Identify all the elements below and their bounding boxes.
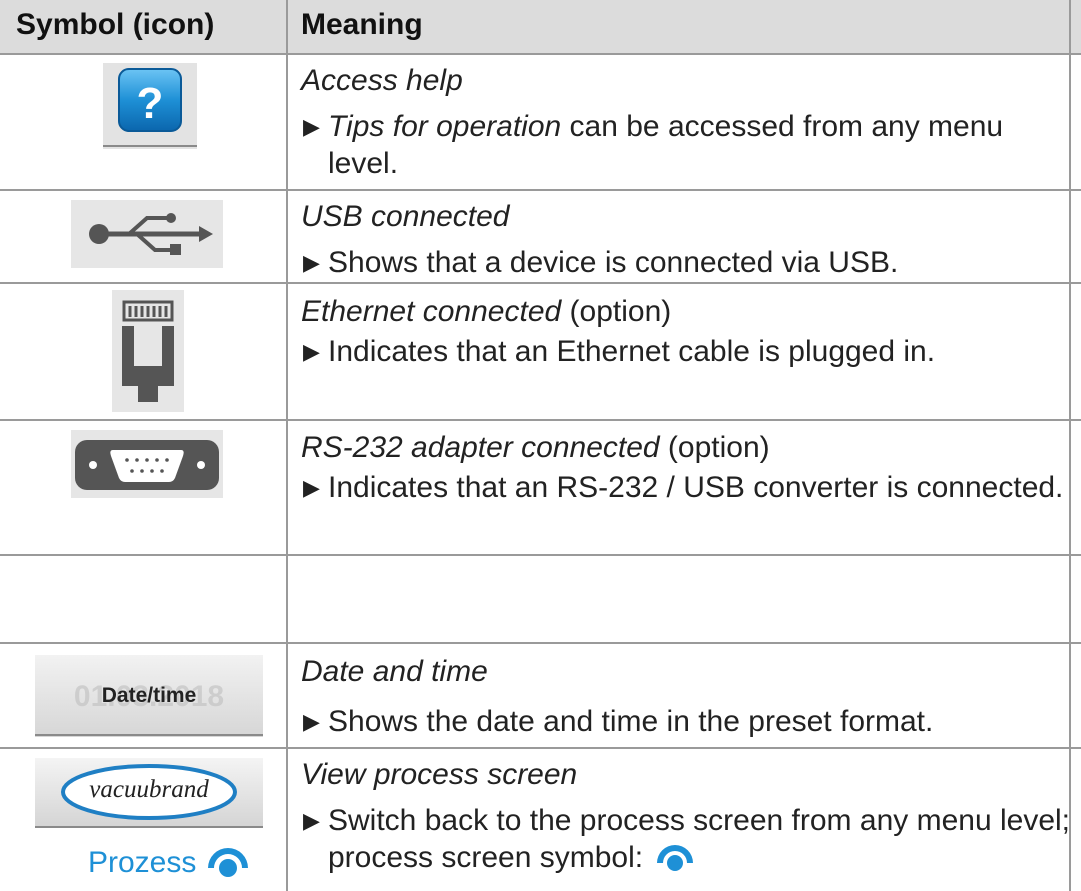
svg-text:?: ?: [137, 79, 164, 128]
bullet-arrow-icon: ▶: [303, 808, 320, 833]
row-divider: [0, 747, 1081, 749]
empty-row: [0, 556, 1069, 642]
rs232-port-icon: [71, 430, 223, 503]
row-description: ▶ Tips for operation can be accessed fro…: [303, 110, 1004, 180]
row-title: View process screen: [301, 758, 578, 791]
row-description: ▶ Switch back to the process screen from…: [301, 802, 1071, 880]
bullet-arrow-icon: ▶: [303, 339, 320, 364]
bullet-arrow-icon: ▶: [303, 114, 320, 139]
process-screen-icon: [655, 841, 695, 880]
bullet-arrow-icon: ▶: [303, 475, 320, 500]
row-description: ▶ Shows that a device is connected via U…: [303, 246, 899, 279]
row-ethernet-text: Ethernet connected (option) ▶ Indicates …: [301, 293, 1071, 370]
row-rs232-text: RS-232 adapter connected (option) ▶ Indi…: [301, 429, 1071, 506]
prozess-label-row: Prozess: [88, 843, 250, 883]
row-title: Date and time: [301, 655, 488, 688]
row-title: USB connected: [301, 200, 510, 233]
row-divider: [0, 282, 1081, 284]
header-meaning: Meaning: [301, 8, 423, 41]
bullet-arrow-icon: ▶: [303, 709, 320, 734]
process-screen-icon: [206, 844, 250, 883]
row-description: ▶ Indicates that an RS-232 / USB convert…: [303, 471, 1064, 504]
vacuubrand-logo-text: vacuubrand: [89, 776, 209, 803]
row-divider: [0, 189, 1081, 191]
row-divider: [0, 419, 1081, 421]
row-help-text: Access help ▶ Tips for operation can be …: [301, 62, 1071, 182]
row-usb-text: USB connected ▶ Shows that a device is c…: [301, 198, 1071, 281]
row-title: RS-232 adapter connected (option): [301, 431, 770, 464]
help-question-icon: ?: [103, 63, 197, 154]
row-date-text: Date and time ▶ Shows the date and time …: [301, 653, 1071, 740]
row-title: Ethernet connected (option): [301, 295, 672, 328]
usb-icon: [71, 200, 223, 273]
row-title: Access help: [301, 64, 463, 97]
column-divider: [286, 0, 288, 891]
date-time-button-icon: 01.03.2018 Date/time: [35, 655, 263, 742]
row-process-text: View process screen ▶ Switch back to the…: [301, 756, 1071, 880]
row-divider: [0, 642, 1081, 644]
row-divider: [0, 53, 1081, 55]
ethernet-port-icon: [112, 290, 184, 417]
vacuubrand-logo-icon: vacuubrand: [35, 758, 263, 833]
header-symbol: Symbol (icon): [16, 8, 215, 41]
row-description: ▶ Shows the date and time in the preset …: [303, 705, 934, 738]
prozess-label: Prozess: [88, 846, 197, 879]
date-time-label: Date/time: [101, 684, 197, 707]
row-description: ▶ Indicates that an Ethernet cable is pl…: [303, 335, 936, 368]
bullet-arrow-icon: ▶: [303, 250, 320, 275]
